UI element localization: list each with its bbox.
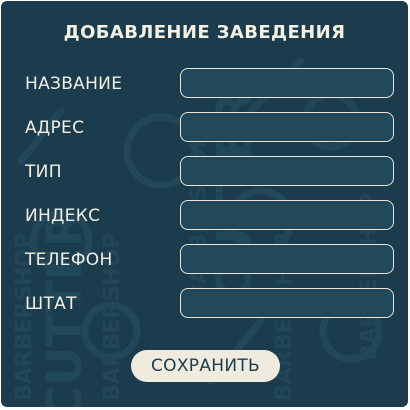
staff-row: ШТАТ — [1, 288, 408, 320]
add-venue-panel: BARBERSHOP BARBERSHOP BARBERSHOP BARBERS… — [1, 1, 408, 407]
postal-code-label: ИНДЕКС — [25, 206, 101, 226]
address-input[interactable] — [180, 112, 394, 142]
type-label: ТИП — [25, 162, 62, 182]
phone-input[interactable] — [180, 244, 394, 274]
name-input[interactable] — [180, 68, 394, 98]
address-row: АДРЕС — [1, 112, 408, 144]
type-row: ТИП — [1, 156, 408, 188]
staff-label: ШТАТ — [25, 294, 77, 314]
postal-code-input[interactable] — [180, 200, 394, 230]
phone-row: ТЕЛЕФОН — [1, 244, 408, 276]
type-input[interactable] — [180, 156, 394, 186]
name-label: НАЗВАНИЕ — [25, 74, 123, 94]
form-title: ДОБАВЛЕНИЕ ЗАВЕДЕНИЯ — [63, 22, 346, 43]
staff-input[interactable] — [180, 288, 394, 318]
save-button[interactable]: СОХРАНИТЬ — [131, 350, 280, 382]
name-row: НАЗВАНИЕ — [1, 68, 408, 100]
phone-label: ТЕЛЕФОН — [25, 250, 113, 270]
postal-code-row: ИНДЕКС — [1, 200, 408, 232]
address-label: АДРЕС — [25, 118, 85, 138]
